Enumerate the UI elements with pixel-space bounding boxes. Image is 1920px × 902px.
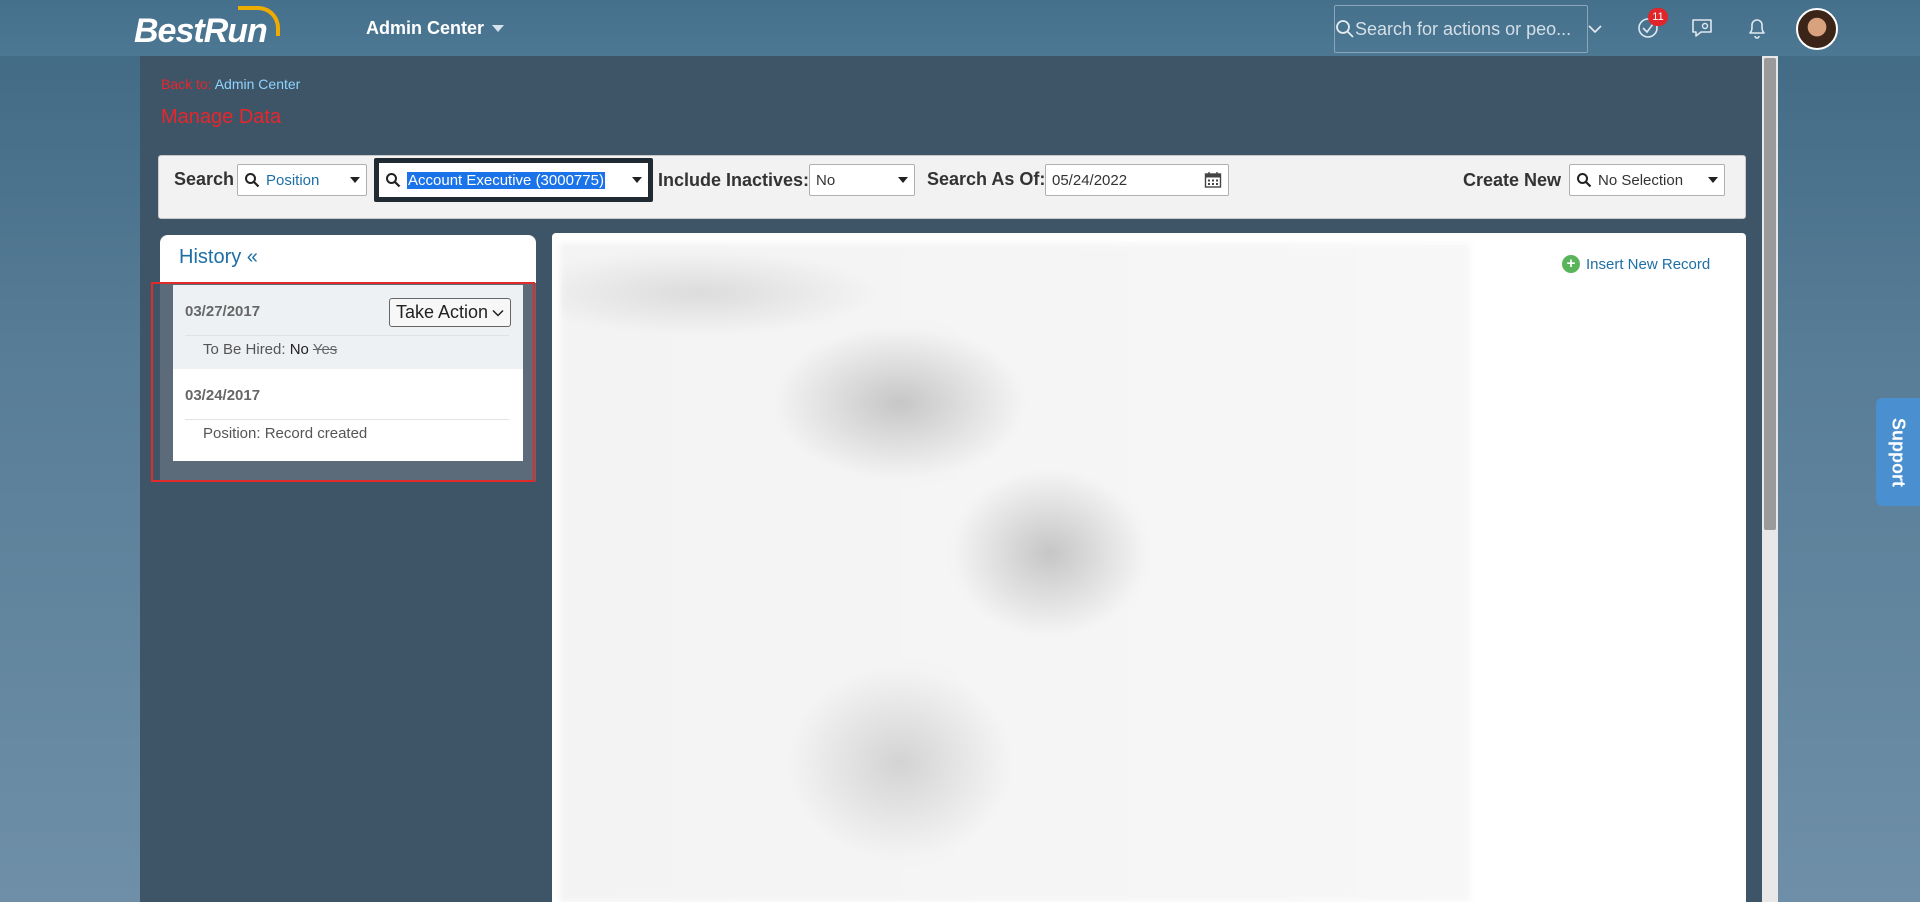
new-value: No	[289, 341, 309, 358]
search-as-of-date-field[interactable]: 05/24/2022	[1045, 164, 1229, 196]
history-entry[interactable]: 03/27/2017 Take Action To Be Hired: No Y…	[173, 285, 523, 369]
selected-record-value: Account Executive (3000775)	[407, 171, 605, 189]
search-as-of-label: Search As Of:	[927, 169, 1046, 189]
user-avatar[interactable]	[1796, 8, 1838, 50]
scrollbar-thumb[interactable]	[1764, 58, 1776, 530]
history-entry-date: 03/24/2017	[185, 387, 261, 404]
module-switcher[interactable]: Admin Center	[366, 18, 505, 39]
chevron-down-icon	[492, 309, 504, 317]
history-entry-date: 03/27/2017	[185, 303, 261, 320]
bell-icon	[1749, 19, 1765, 39]
include-inactives-value: No	[816, 171, 836, 189]
search-scope-dropdown[interactable]	[1587, 6, 1602, 52]
plus-circle-icon: +	[1562, 255, 1580, 273]
record-search-dropdown[interactable]: Account Executive (3000775)	[374, 158, 653, 202]
module-title: Admin Center	[366, 18, 485, 38]
changed-field-name: Position:	[203, 425, 261, 442]
search-icon	[1570, 172, 1598, 188]
old-value: Yes	[312, 341, 338, 358]
create-new-value: No Selection	[1598, 171, 1684, 189]
object-type-value: Position	[266, 171, 320, 189]
notifications-button[interactable]	[1743, 14, 1771, 42]
insert-new-record-link[interactable]: + Insert New Record	[1562, 255, 1710, 273]
notification-badge: 11	[1648, 8, 1668, 26]
feedback-button[interactable]	[1688, 14, 1716, 42]
shell-header: BestRun Admin Center 11	[0, 0, 1920, 56]
history-list: 03/27/2017 Take Action To Be Hired: No Y…	[173, 285, 523, 461]
new-value: Record created	[264, 425, 368, 442]
record-details-panel	[552, 233, 1746, 902]
take-action-label: Take Action	[395, 302, 489, 322]
chevron-down-icon	[492, 25, 505, 32]
support-tab[interactable]: Support	[1876, 398, 1920, 506]
dropdown-arrow-icon	[892, 177, 914, 183]
dropdown-arrow-icon	[626, 177, 648, 183]
create-new-label: Create New	[1463, 170, 1562, 190]
include-inactives-dropdown[interactable]: No	[809, 164, 915, 196]
global-search	[1334, 5, 1602, 53]
todo-button[interactable]: 11	[1634, 8, 1668, 42]
page-scrollbar[interactable]	[1762, 56, 1778, 902]
page-title: Manage Data	[161, 106, 282, 128]
calendar-icon[interactable]	[1198, 171, 1228, 189]
chevron-down-icon	[1588, 25, 1602, 34]
changed-field-name: To Be Hired:	[203, 341, 286, 358]
global-search-input[interactable]	[1355, 6, 1587, 52]
breadcrumb-prefix: Back to:	[161, 76, 212, 92]
history-change-detail: Position: Record created	[203, 425, 367, 442]
history-panel: History « 03/27/2017 Take Action To Be H…	[160, 235, 536, 481]
search-icon	[379, 172, 407, 188]
search-label: Search	[174, 169, 235, 189]
search-icon	[1335, 19, 1355, 39]
search-icon	[238, 172, 266, 188]
breadcrumb: Back to: Admin Center	[161, 76, 300, 92]
history-change-detail: To Be Hired: No Yes	[203, 341, 337, 358]
history-toggle[interactable]: History «	[160, 235, 536, 283]
dropdown-arrow-icon	[344, 177, 366, 183]
create-new-dropdown[interactable]: No Selection	[1569, 164, 1725, 196]
search-as-of-value: 05/24/2022	[1052, 171, 1128, 189]
object-type-dropdown[interactable]: Position	[237, 164, 367, 196]
take-action-button[interactable]: Take Action	[389, 298, 511, 327]
history-entry[interactable]: 03/24/2017 Position: Record created	[173, 369, 523, 461]
insert-new-record-label: Insert New Record	[1586, 255, 1711, 273]
divider	[185, 419, 509, 420]
logo-swoosh-icon	[238, 6, 280, 36]
include-inactives-label: Include Inactives:	[658, 170, 810, 190]
company-logo[interactable]: BestRun	[134, 6, 280, 51]
divider	[185, 335, 509, 336]
dropdown-arrow-icon	[1702, 177, 1724, 183]
support-label: Support	[1888, 417, 1909, 487]
selected-record-text[interactable]: Account Executive (3000775)	[407, 171, 626, 189]
admin-center-link[interactable]: Admin Center	[215, 76, 301, 92]
blurred-record-content	[560, 243, 1470, 902]
chat-icon	[1692, 19, 1712, 37]
